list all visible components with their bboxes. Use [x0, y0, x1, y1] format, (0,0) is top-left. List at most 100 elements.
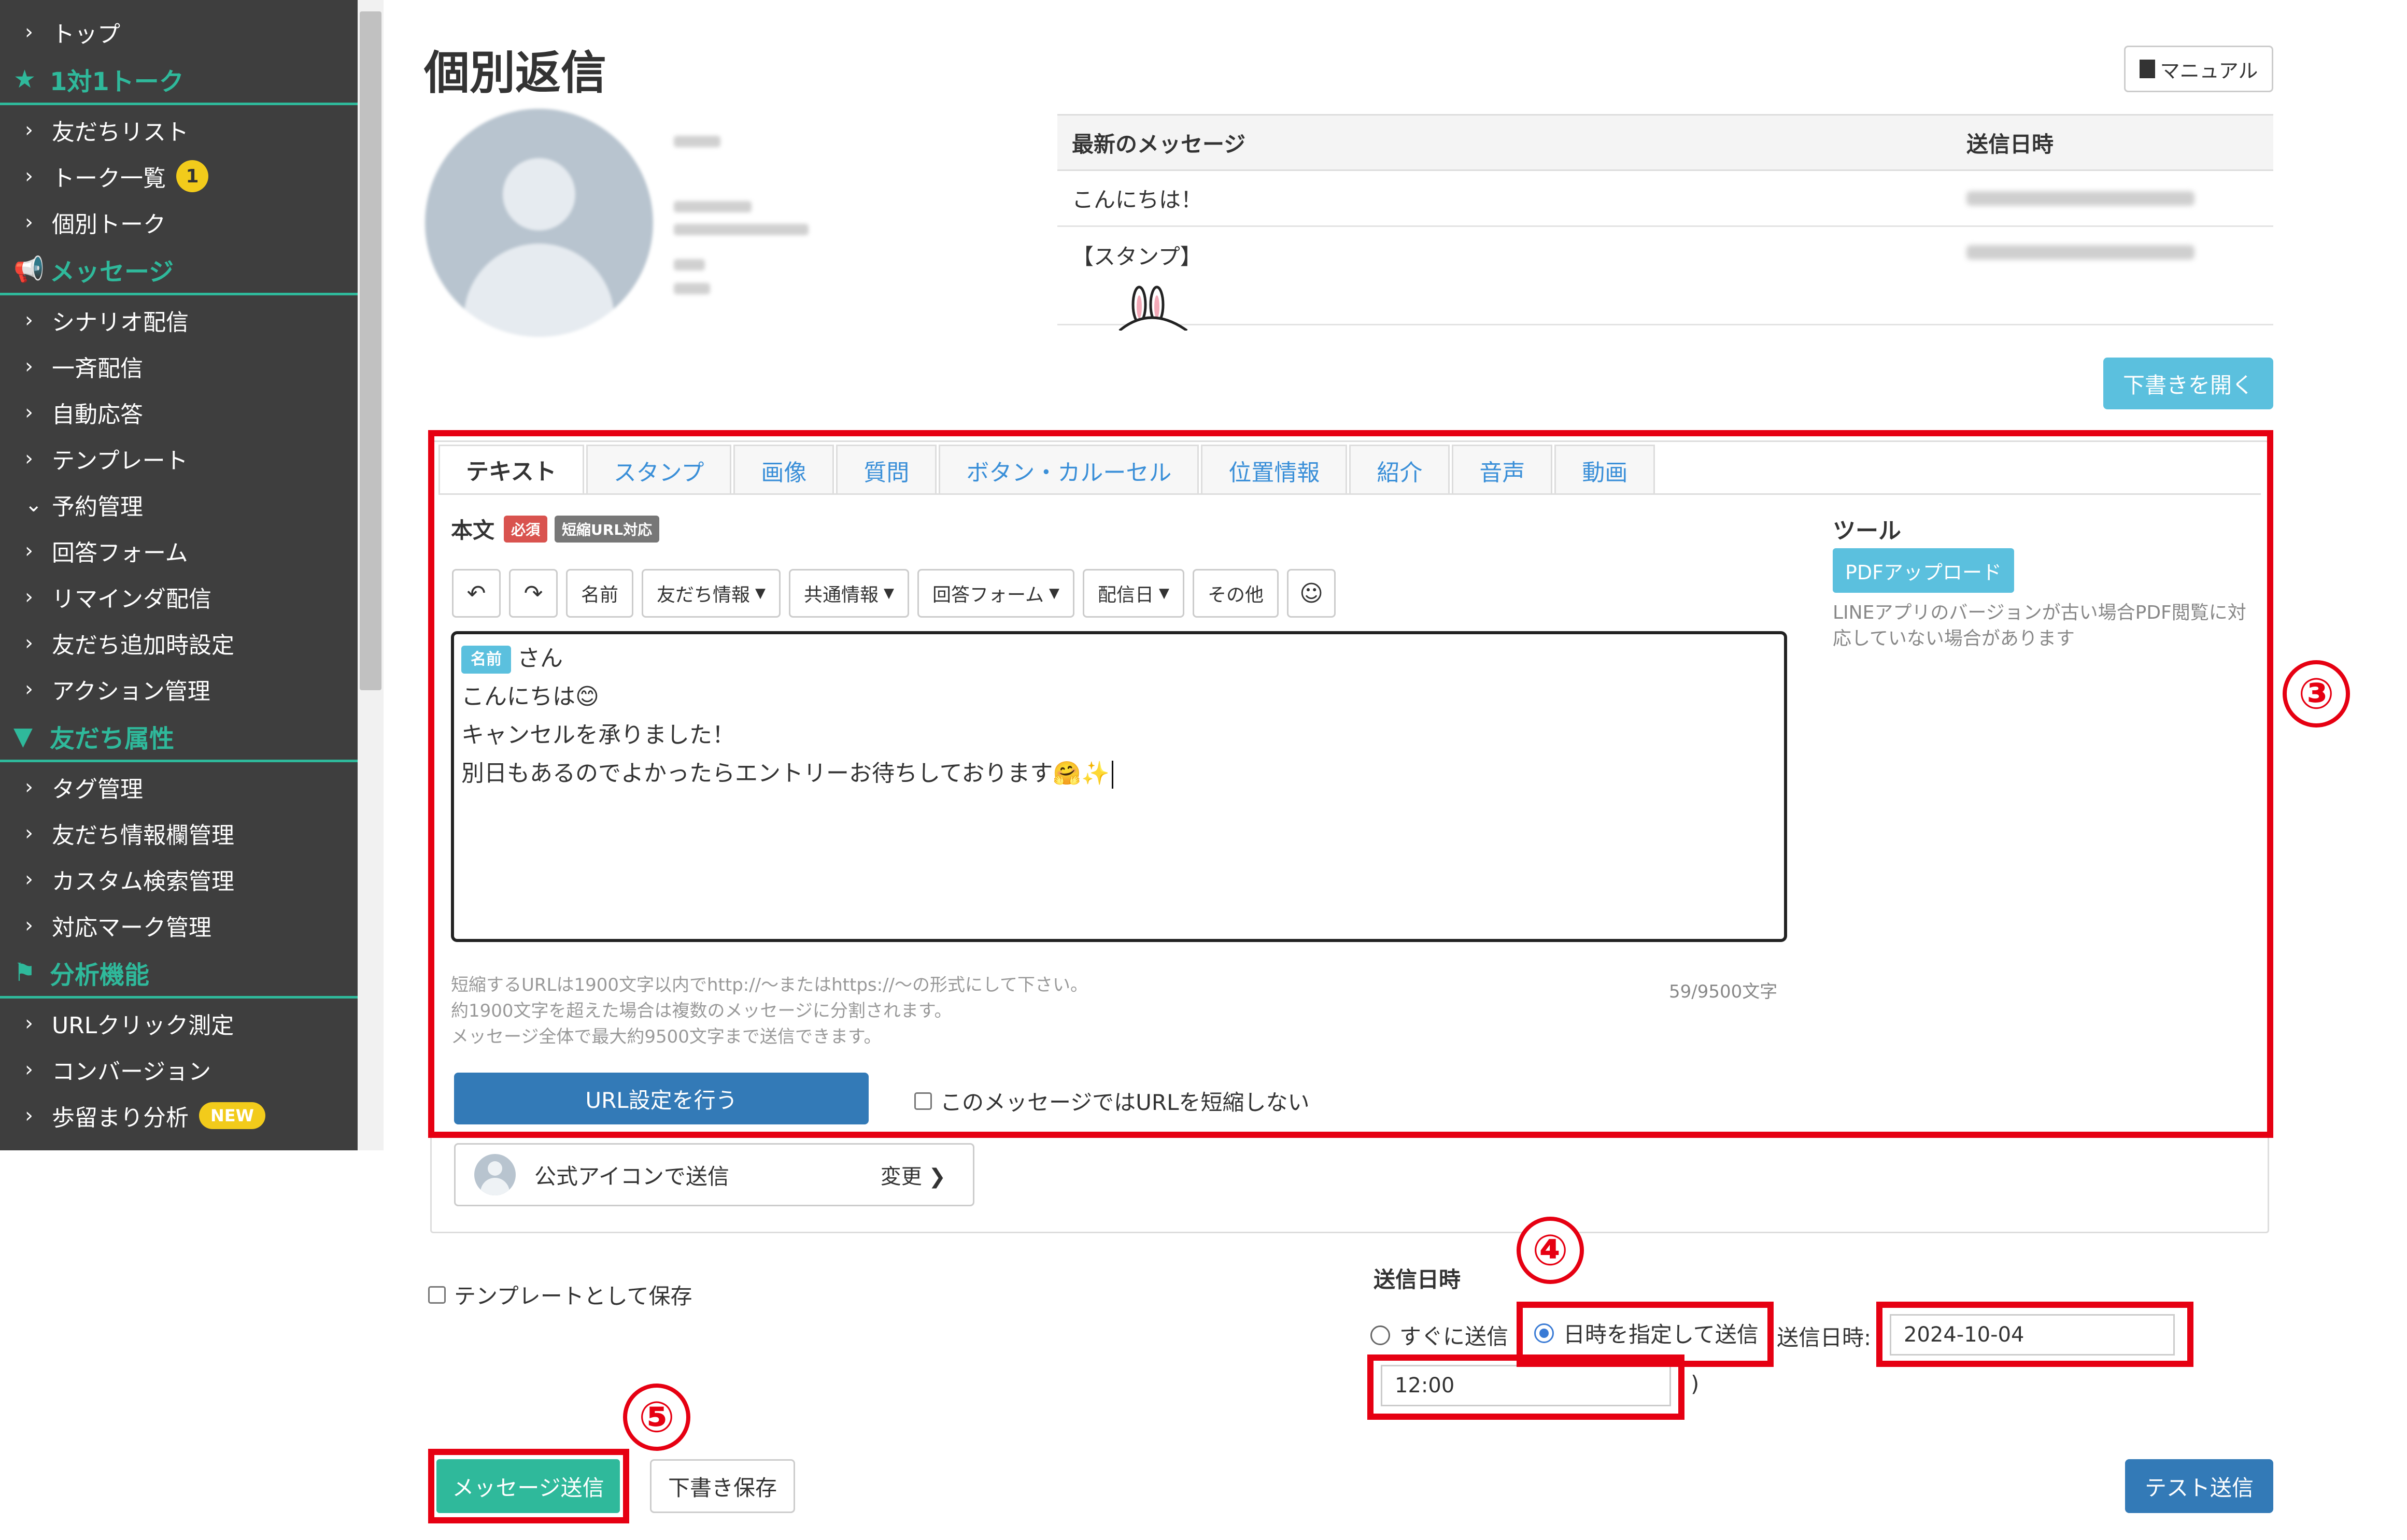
profile-info-blurred — [674, 201, 752, 212]
highlight-box-3 — [428, 430, 2273, 1138]
book-icon — [2139, 60, 2155, 78]
sent-time-blurred — [1966, 191, 2194, 206]
sidebar-item-label: アクション管理 — [52, 678, 210, 705]
chevron-right-icon: › — [25, 775, 33, 799]
rabbit-sticker-icon — [1118, 286, 1188, 331]
sidebar-item[interactable]: › タグ管理 — [0, 764, 358, 810]
flag-icon: ⚑ — [13, 958, 36, 987]
sidebar-item-label: 歩留まり分析 — [52, 1105, 189, 1131]
chevron-right-icon: › — [25, 354, 33, 378]
sidebar-item[interactable]: › 歩留まり分析 NEW — [0, 1093, 358, 1138]
highlight-box-4-time — [1367, 1354, 1684, 1420]
sidebar-item[interactable]: › シナリオ配信 — [0, 297, 358, 343]
sidebar-item[interactable]: › 自動応答 — [0, 390, 358, 435]
sidebar-item[interactable]: ⌄ 予約管理 — [0, 482, 358, 527]
chevron-right-icon: › — [25, 1011, 33, 1035]
save-template-checkbox[interactable] — [428, 1286, 446, 1304]
sidebar-item[interactable]: › 友だち追加時設定 — [0, 620, 358, 666]
open-draft-button[interactable]: 下書きを開く — [2103, 358, 2273, 409]
sidebar-item-label: 予約管理 — [52, 494, 143, 520]
annotation-number-3: ③ — [2283, 660, 2350, 728]
chevron-right-icon: › — [25, 164, 33, 188]
chevron-right-icon: › — [25, 821, 33, 845]
avatar — [425, 109, 653, 337]
sidebar-item-label: 回答フォーム — [52, 540, 188, 566]
chevron-right-icon: › — [25, 447, 33, 470]
profile-info-blurred — [674, 259, 705, 270]
sidebar-item-label: カスタム検索管理 — [52, 868, 234, 895]
test-send-button[interactable]: テスト送信 — [2125, 1459, 2273, 1513]
sidebar-item-label: トップ — [52, 21, 120, 48]
star-icon: ★ — [13, 64, 36, 94]
sidebar-item-label: リマインダ配信 — [52, 586, 211, 612]
save-as-template-option[interactable]: テンプレートとして保存 — [428, 1279, 692, 1310]
sidebar-item[interactable]: › リマインダ配信 — [0, 574, 358, 620]
sidebar-section[interactable]: 📢 メッセージ — [0, 246, 358, 295]
sender-label: 公式アイコンで送信 — [534, 1163, 729, 1189]
sidebar-item[interactable]: › URLクリック測定 — [0, 1001, 358, 1046]
highlight-box-4-date — [1876, 1302, 2193, 1367]
sidebar-section[interactable]: ▼ 友だち属性 — [0, 712, 358, 762]
chevron-right-icon: ❯ — [928, 1165, 946, 1189]
sidebar-section[interactable]: ⚑ 分析機能 — [0, 949, 358, 999]
sidebar-item[interactable]: › 友だち情報欄管理 — [0, 810, 358, 856]
sidebar-item[interactable]: › 友だちリスト — [0, 107, 358, 153]
sidebar-scrollbar-thumb[interactable] — [360, 11, 381, 690]
chevron-right-icon: › — [25, 1104, 33, 1128]
message-text: こんにちは！ — [1072, 187, 1203, 212]
change-label: 変更 — [880, 1165, 922, 1189]
change-sender-link[interactable]: 変更 ❯ — [881, 1160, 946, 1190]
sidebar-item[interactable]: › 対応マーク管理 — [0, 903, 358, 948]
sidebar-item[interactable]: › 回答フォーム — [0, 528, 358, 574]
sidebar-item-label: タグ管理 — [52, 776, 143, 803]
sidebar-item[interactable]: › トーク一覧 1 — [0, 153, 358, 199]
sidebar-item-label: シナリオ配信 — [52, 309, 189, 336]
sidebar-item-label: 個別トーク — [52, 211, 166, 238]
page-title: 個別返信 — [424, 46, 607, 99]
send-now-label: すぐに送信 — [1399, 1324, 1509, 1349]
send-now-option[interactable]: すぐに送信 — [1370, 1319, 1508, 1351]
sidebar-item-label: コンバージョン — [52, 1059, 211, 1085]
datetime-label: 送信日時: — [1777, 1325, 1872, 1350]
sidebar-item[interactable]: › テンプレート — [0, 436, 358, 481]
profile-info-blurred — [674, 283, 710, 294]
filter-icon: ▼ — [13, 721, 33, 751]
sent-time-blurred — [1966, 245, 2194, 260]
sidebar-item-label: 友だちリスト — [52, 119, 189, 146]
sidebar-item[interactable]: › トップ — [0, 9, 358, 55]
message-text: 【スタンプ】 — [1072, 244, 1202, 269]
new-badge: NEW — [199, 1102, 265, 1129]
sidebar-section[interactable]: ★ 1対1トーク — [0, 55, 358, 105]
table-header: 最新のメッセージ 送信日時 — [1057, 114, 2273, 171]
profile-info-blurred — [674, 224, 809, 235]
sidebar-item[interactable]: › 一斉配信 — [0, 344, 358, 389]
sidebar-section-label: 友だち属性 — [50, 724, 175, 753]
chevron-right-icon: › — [25, 118, 33, 142]
sidebar-item[interactable]: › コンバージョン — [0, 1047, 358, 1092]
highlight-box-5 — [428, 1449, 629, 1523]
save-draft-button[interactable]: 下書き保存 — [650, 1459, 795, 1513]
manual-label: マニュアル — [2160, 59, 2258, 82]
chevron-right-icon: › — [25, 914, 33, 937]
chevron-right-icon: › — [25, 308, 33, 332]
sidebar-item-label: テンプレート — [52, 448, 188, 474]
official-avatar-icon — [474, 1154, 516, 1195]
send-now-radio[interactable] — [1370, 1325, 1390, 1345]
sidebar-item[interactable]: › 個別トーク — [0, 199, 358, 245]
sidebar-section-label: メッセージ — [50, 257, 174, 287]
chevron-right-icon: › — [25, 210, 33, 234]
chevron-right-icon: › — [25, 585, 33, 609]
sidebar-item-label: 対応マーク管理 — [52, 915, 211, 941]
sidebar-item[interactable]: › アクション管理 — [0, 666, 358, 712]
sidebar-item-label: トーク一覧 — [52, 165, 166, 192]
sidebar-item-label: 一斉配信 — [52, 355, 143, 382]
send-datetime-label: 送信日時 — [1374, 1267, 1461, 1292]
chevron-right-icon: › — [25, 20, 33, 44]
sender-icon-selector[interactable]: 公式アイコンで送信 変更 ❯ — [454, 1143, 974, 1206]
table-row: 【スタンプ】 — [1057, 227, 2273, 325]
annotation-number-4: ④ — [1517, 1217, 1584, 1284]
sidebar-item[interactable]: › カスタム検索管理 — [0, 857, 358, 902]
sidebar-item-label: 自動応答 — [52, 402, 143, 428]
sidebar-section-label: 1対1トーク — [50, 67, 184, 96]
manual-button[interactable]: マニュアル — [2124, 46, 2273, 92]
